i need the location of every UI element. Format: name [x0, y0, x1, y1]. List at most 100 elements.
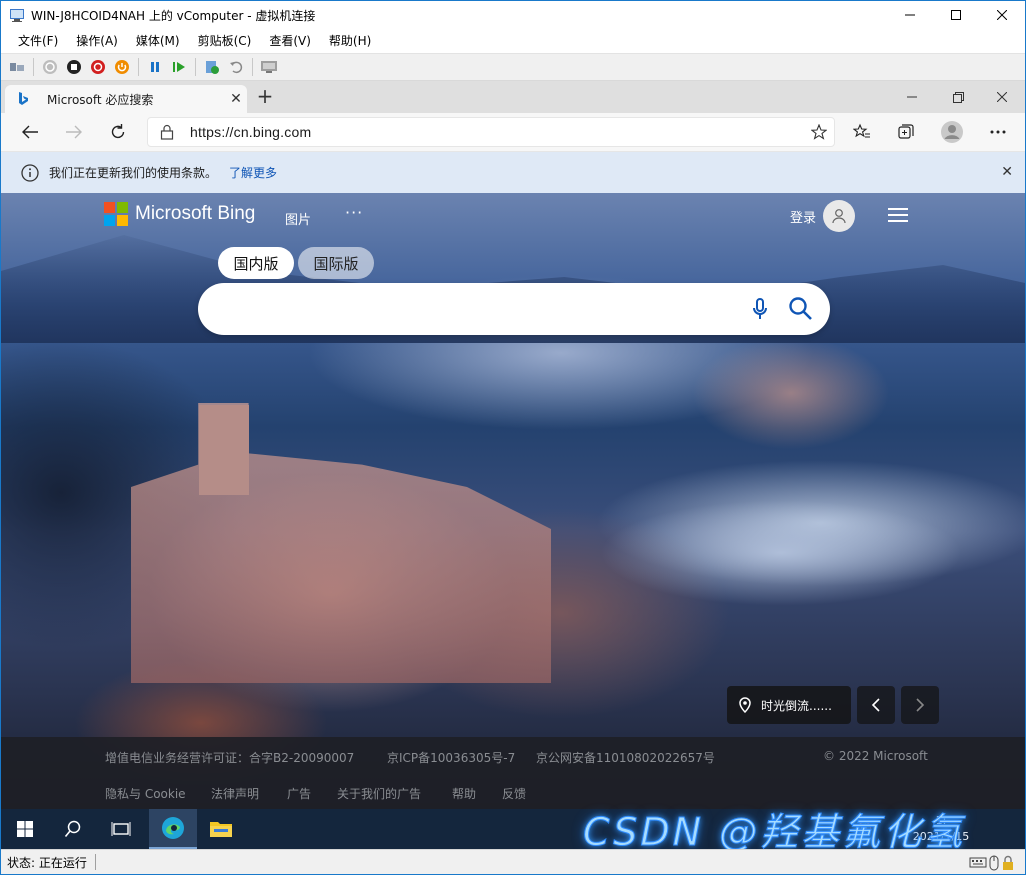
- vm-status-bar: 状态: 正在运行: [1, 849, 1025, 874]
- menu-bar: 文件(F) 操作(A) 媒体(M) 剪贴板(C) 查看(V) 帮助(H): [1, 29, 1025, 53]
- login-link[interactable]: 登录: [790, 207, 816, 226]
- vm-connection-window: WIN-J8HCOID4NAH 上的 vComputer - 虚拟机连接 文件(…: [0, 0, 1026, 875]
- turn-off-icon: [67, 60, 81, 74]
- menu-clipboard[interactable]: 剪贴板(C): [189, 29, 261, 53]
- image-info-button[interactable]: 时光倒流......: [727, 686, 851, 724]
- hamburger-menu-icon[interactable]: [887, 207, 909, 223]
- edge-browser-icon: [162, 817, 184, 839]
- bing-avatar[interactable]: [823, 200, 855, 232]
- profile-button[interactable]: [937, 118, 967, 146]
- lock-icon: [160, 124, 174, 140]
- footer-link-privacy[interactable]: 隐私与 Cookie: [105, 785, 186, 802]
- pause-button[interactable]: [144, 56, 166, 78]
- window-title: WIN-J8HCOID4NAH 上的 vComputer - 虚拟机连接: [31, 8, 316, 23]
- power-button[interactable]: [111, 56, 133, 78]
- csdn-watermark: CSDN @羟基氟化氢: [582, 810, 966, 855]
- forward-button[interactable]: [59, 118, 89, 146]
- favorites-button[interactable]: [847, 118, 877, 146]
- maximize-button[interactable]: [933, 1, 979, 29]
- browser-close-button[interactable]: [979, 85, 1025, 109]
- background-village: [131, 403, 551, 683]
- back-button[interactable]: [15, 118, 45, 146]
- menu-view[interactable]: 查看(V): [260, 29, 320, 53]
- footer-link-about-ads[interactable]: 关于我们的广告: [337, 785, 421, 802]
- infobar-message: 我们正在更新我们的使用条款。: [49, 166, 218, 180]
- bing-search-input[interactable]: [198, 283, 830, 335]
- taskbar-explorer-button[interactable]: [197, 809, 245, 849]
- enhanced-session-button[interactable]: [258, 56, 280, 78]
- vm-toolbar: [1, 53, 1025, 81]
- task-view-button[interactable]: [97, 809, 145, 849]
- bing-homepage: Microsoft Bing 图片 ··· 登录 国内版 国际版 时光倒流...…: [1, 193, 1025, 809]
- tab-bing[interactable]: Microsoft 必应搜索 ✕: [5, 85, 247, 113]
- previous-image-button[interactable]: [857, 686, 895, 724]
- microsoft-logo-icon: [104, 202, 128, 226]
- info-icon: [21, 163, 39, 182]
- next-image-button[interactable]: [901, 686, 939, 724]
- info-bar: 我们正在更新我们的使用条款。 了解更多 ✕: [1, 151, 1025, 193]
- close-button[interactable]: [979, 1, 1025, 29]
- favorite-star-button[interactable]: [804, 124, 834, 140]
- nav-images-link[interactable]: 图片: [285, 209, 311, 228]
- infobar-close-button[interactable]: ✕: [1001, 164, 1013, 180]
- browser-minimize-button[interactable]: [889, 85, 935, 109]
- lock-icon: [1003, 855, 1013, 870]
- shutdown-button[interactable]: [87, 56, 109, 78]
- microphone-icon[interactable]: [752, 297, 768, 321]
- learn-more-link[interactable]: 了解更多: [229, 164, 277, 181]
- revert-icon: [230, 61, 243, 74]
- nav-more-button[interactable]: ···: [345, 203, 363, 222]
- background-tower: [199, 405, 249, 495]
- footer-link-feedback[interactable]: 反馈: [502, 785, 526, 802]
- footer-copyright: © 2022 Microsoft: [823, 749, 928, 763]
- footer-link-help[interactable]: 帮助: [452, 785, 476, 802]
- menu-file[interactable]: 文件(F): [9, 29, 67, 53]
- bing-footer: 增值电信业务经营许可证：合字B2-20090007 京ICP备10036305号…: [1, 737, 1025, 809]
- bing-favicon-icon: [19, 92, 28, 105]
- search-icon[interactable]: [788, 296, 814, 322]
- footer-icp[interactable]: 京ICP备10036305号-7: [387, 749, 515, 766]
- restore-icon: [952, 91, 964, 103]
- start-button[interactable]: [39, 56, 61, 78]
- browser-address-row: https://cn.bing.com: [1, 113, 1025, 151]
- turn-off-button[interactable]: [63, 56, 85, 78]
- menu-help[interactable]: 帮助(H): [320, 29, 380, 53]
- footer-license[interactable]: 增值电信业务经营许可证：合字B2-20090007: [105, 749, 354, 766]
- taskbar-edge-button[interactable]: [149, 809, 197, 849]
- more-dots-icon: [990, 130, 1006, 134]
- tab-close-button[interactable]: ✕: [225, 91, 247, 107]
- footer-link-ads[interactable]: 广告: [287, 785, 311, 802]
- resume-button[interactable]: [168, 56, 190, 78]
- ctrl-alt-del-icon: [10, 63, 24, 71]
- start-menu-button[interactable]: [1, 809, 49, 849]
- image-title: 时光倒流......: [761, 698, 832, 713]
- refresh-button[interactable]: [103, 118, 133, 146]
- bing-brand-text: Microsoft Bing: [135, 203, 256, 224]
- status-separator: [94, 854, 96, 870]
- mouse-icon: [989, 855, 999, 871]
- toolbar-separator: [195, 58, 196, 76]
- checkpoint-button[interactable]: [201, 56, 223, 78]
- address-bar[interactable]: https://cn.bing.com: [147, 117, 835, 147]
- favorites-list-icon: [853, 123, 870, 138]
- browser-restore-button[interactable]: [935, 85, 981, 109]
- bing-logo[interactable]: Microsoft Bing: [104, 202, 255, 226]
- taskbar-search-button[interactable]: [49, 809, 97, 849]
- settings-more-button[interactable]: [983, 118, 1013, 146]
- menu-media[interactable]: 媒体(M): [127, 29, 189, 53]
- minimize-icon: [905, 14, 915, 16]
- start-icon: [43, 60, 57, 74]
- ctrl-alt-del-button[interactable]: [6, 56, 28, 78]
- chevron-left-icon: [871, 698, 880, 712]
- close-icon: [997, 92, 1007, 102]
- footer-police[interactable]: 京公网安备11010802022657号: [536, 749, 715, 766]
- scope-tab-international[interactable]: 国际版: [298, 247, 374, 279]
- minimize-button[interactable]: [887, 1, 933, 29]
- scope-tab-domestic[interactable]: 国内版: [218, 247, 294, 279]
- menu-action[interactable]: 操作(A): [67, 29, 127, 53]
- collections-button[interactable]: [891, 118, 921, 146]
- revert-button[interactable]: [225, 56, 247, 78]
- footer-link-legal[interactable]: 法律声明: [211, 785, 259, 802]
- refresh-icon: [111, 124, 125, 139]
- new-tab-button[interactable]: +: [253, 85, 277, 109]
